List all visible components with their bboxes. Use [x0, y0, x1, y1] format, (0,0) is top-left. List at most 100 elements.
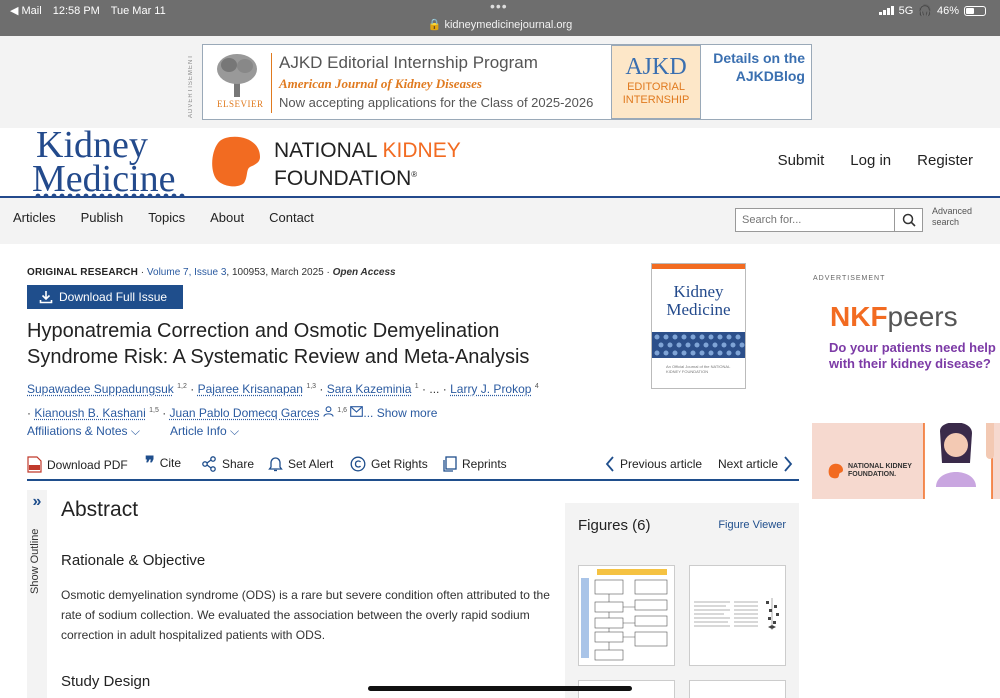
author-link[interactable]: Kianoush B. Kashani	[34, 406, 145, 420]
battery-fill	[966, 8, 974, 14]
get-rights-button[interactable]: Get Rights	[350, 456, 428, 472]
download-full-issue-button[interactable]: Download Full Issue	[27, 285, 183, 309]
article-number: , 100953, March 2025	[226, 267, 323, 278]
chevron-right-icon	[783, 456, 793, 472]
volume-link[interactable]: Volume 7, Issue 3	[147, 267, 227, 278]
share-label: Share	[222, 457, 254, 471]
quote-icon: ❞	[145, 456, 155, 470]
ajkd-box-line2: INTERNSHIP	[612, 94, 700, 107]
nav-item-publish[interactable]: Publish	[81, 210, 124, 225]
nkf-peers-ad[interactable]: NKFpeers Do your patients need help with…	[812, 285, 1000, 499]
cover-pattern-icon	[652, 332, 746, 358]
registered-mark: ®	[411, 170, 417, 179]
search-button[interactable]	[894, 209, 922, 231]
email-icon[interactable]	[350, 406, 363, 417]
affiliations-label: Affiliations & Notes	[27, 424, 128, 438]
cover-small-text: An Official Journal of the NATIONAL KIDN…	[666, 364, 736, 374]
article-meta: ORIGINAL RESEARCH · Volume 7, Issue 3, 1…	[27, 267, 396, 278]
figure-thumbnail[interactable]	[689, 565, 786, 666]
show-outline-toggle[interactable]: » Show Outline	[27, 490, 47, 698]
phone-illustration-image	[812, 423, 1000, 499]
search-box	[735, 208, 923, 232]
author-sep: ·	[319, 382, 323, 396]
set-alert-button[interactable]: Set Alert	[268, 456, 333, 472]
article-details-toggles: Affiliations & Notes ⌵ Article Info ⌵	[27, 424, 239, 439]
ajkd-box-title: AJKD	[612, 54, 700, 81]
next-article-link[interactable]: Next article	[718, 456, 793, 472]
author-link[interactable]: Pajaree Krisanapan	[198, 382, 303, 396]
bell-icon	[268, 456, 283, 472]
search-input[interactable]	[736, 209, 894, 231]
figure-viewer-link[interactable]: Figure Viewer	[718, 519, 786, 531]
open-access-label: Open Access	[333, 267, 396, 278]
author-affiliation-sup: 1,6	[337, 407, 347, 414]
network-label: 5G	[899, 5, 914, 17]
reprints-icon	[443, 456, 457, 472]
nav-items: Articles Publish Topics About Contact	[13, 210, 314, 225]
chevron-down-icon: ⌵	[131, 424, 140, 438]
kidney-medicine-logo[interactable]: Kidney Medicine	[32, 126, 190, 202]
submit-link[interactable]: Submit	[778, 152, 825, 169]
author-link[interactable]: Juan Pablo Domecq Garces	[170, 406, 320, 420]
nav-item-contact[interactable]: Contact	[269, 210, 314, 225]
author-link[interactable]: Sara Kazeminia	[327, 382, 412, 396]
download-pdf-button[interactable]: Download PDF	[27, 456, 128, 473]
advanced-search-link[interactable]: Advanced search	[932, 206, 972, 228]
battery-label: 46%	[937, 5, 959, 17]
abstract-heading: Abstract	[61, 498, 138, 522]
author-list: Supawadee Suppadungsuk 1,2 · Pajaree Kri…	[27, 376, 587, 424]
url-text: kidneymedicinejournal.org	[444, 19, 572, 31]
author-affiliation-sup: 4	[535, 383, 539, 390]
cite-label: Cite	[160, 456, 181, 470]
affiliations-notes-toggle[interactable]: Affiliations & Notes ⌵	[27, 424, 140, 439]
author-affiliation-sup: 1	[415, 383, 419, 390]
nav-item-about[interactable]: About	[210, 210, 244, 225]
cite-button[interactable]: ❞ Cite	[145, 456, 181, 470]
copyright-icon	[350, 456, 366, 472]
peers-brand-part: peers	[888, 301, 958, 332]
status-date: Tue Mar 11	[111, 5, 166, 17]
set-alert-label: Set Alert	[288, 457, 333, 471]
back-to-app-link[interactable]: ◀ Mail	[10, 5, 42, 17]
nkf-kidney-icon	[828, 463, 844, 479]
figure-thumbnail[interactable]	[578, 565, 675, 666]
share-button[interactable]: Share	[201, 456, 254, 472]
multitask-dots-icon[interactable]: •••	[490, 0, 508, 14]
share-icon	[201, 456, 217, 472]
show-more-authors-link[interactable]: ... Show more	[363, 406, 437, 420]
nkf-peers-brand: NKFpeers	[830, 301, 958, 333]
author-affiliation-sup: 1,2	[177, 383, 187, 390]
home-indicator[interactable]	[368, 686, 632, 691]
author-sep: ·	[443, 382, 447, 396]
author-sep: ·	[27, 406, 31, 420]
nkf-kidney-icon[interactable]	[210, 133, 266, 189]
figure-thumbnail[interactable]	[689, 680, 786, 698]
login-link[interactable]: Log in	[850, 152, 891, 169]
article-info-toggle[interactable]: Article Info ⌵	[170, 424, 239, 439]
nav-item-topics[interactable]: Topics	[148, 210, 185, 225]
author-ellipsis: ...	[429, 382, 439, 396]
article-info-label: Article Info	[170, 424, 227, 438]
author-sep: ·	[162, 406, 166, 420]
author-sep: ·	[422, 382, 426, 396]
nkf-wordmark[interactable]: NATIONAL KIDNEY FOUNDATION®	[274, 139, 461, 191]
nav-item-articles[interactable]: Articles	[13, 210, 56, 225]
status-right: 5G 🎧 46%	[879, 4, 986, 17]
banner-details-link[interactable]: Details on the AJKDBlog	[711, 49, 805, 85]
author-link[interactable]: Supawadee Suppadungsuk	[27, 382, 174, 396]
ajkd-ad-banner[interactable]: ELSEVIER AJKD Editorial Internship Progr…	[202, 44, 812, 120]
previous-article-link[interactable]: Previous article	[605, 456, 702, 472]
nkf-word-foundation: FOUNDATION	[274, 167, 411, 190]
journal-cover[interactable]: Kidney Medicine An Official Journal of t…	[651, 263, 746, 389]
address-bar[interactable]: 🔒 kidneymedicinejournal.org	[0, 18, 1000, 31]
chevron-left-icon	[605, 456, 615, 472]
register-link[interactable]: Register	[917, 152, 973, 169]
author-affiliation-sup: 1,3	[306, 383, 316, 390]
signal-icon	[879, 6, 894, 15]
reprints-button[interactable]: Reprints	[443, 456, 507, 472]
cover-title-line1: Kidney	[652, 283, 745, 301]
ad-question-line2: with their kidney disease?	[829, 356, 1000, 372]
advanced-line1: Advanced	[932, 206, 972, 217]
author-link[interactable]: Larry J. Prokop	[450, 382, 531, 396]
right-ad-label: ADVERTISEMENT	[813, 275, 885, 282]
